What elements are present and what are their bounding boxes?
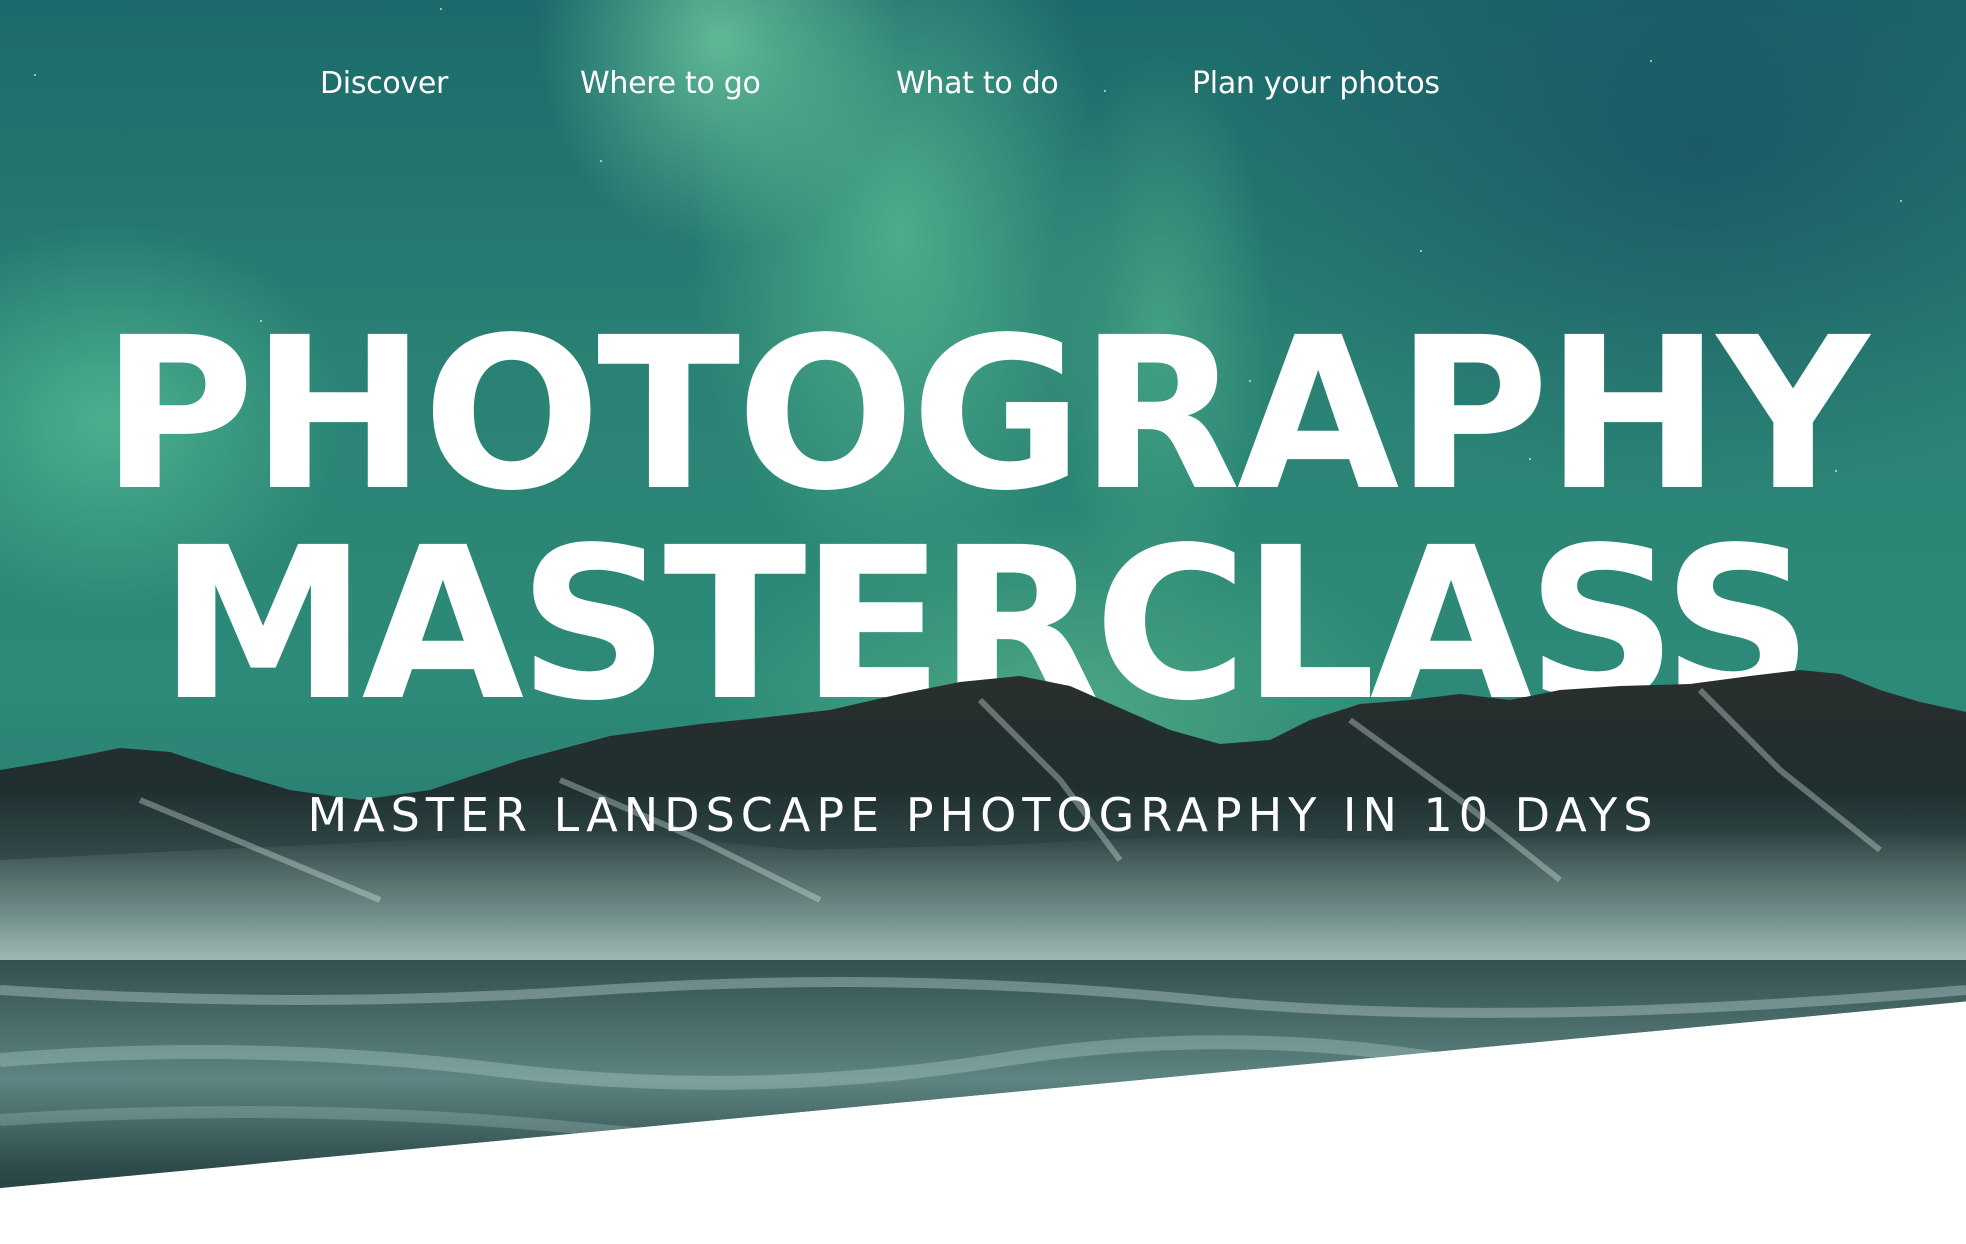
nav-link-what-to-do[interactable]: What to do <box>896 66 1059 101</box>
main-navigation: Discover Where to go What to do Plan you… <box>0 66 1966 110</box>
hero-section: PHOTOGRAPHY MASTERCLASS MASTER LANDSCAPE… <box>0 0 1966 1189</box>
hero-subtitle: MASTER LANDSCAPE PHOTOGRAPHY IN 10 DAYS <box>307 788 1659 842</box>
nav-link-discover[interactable]: Discover <box>320 66 448 101</box>
nav-link-plan-your-photos[interactable]: Plan your photos <box>1192 66 1440 101</box>
mountain-landscape-illustration <box>0 670 1966 1189</box>
page: PHOTOGRAPHY MASTERCLASS MASTER LANDSCAPE… <box>0 0 1966 1244</box>
nav-link-where-to-go[interactable]: Where to go <box>580 66 761 101</box>
